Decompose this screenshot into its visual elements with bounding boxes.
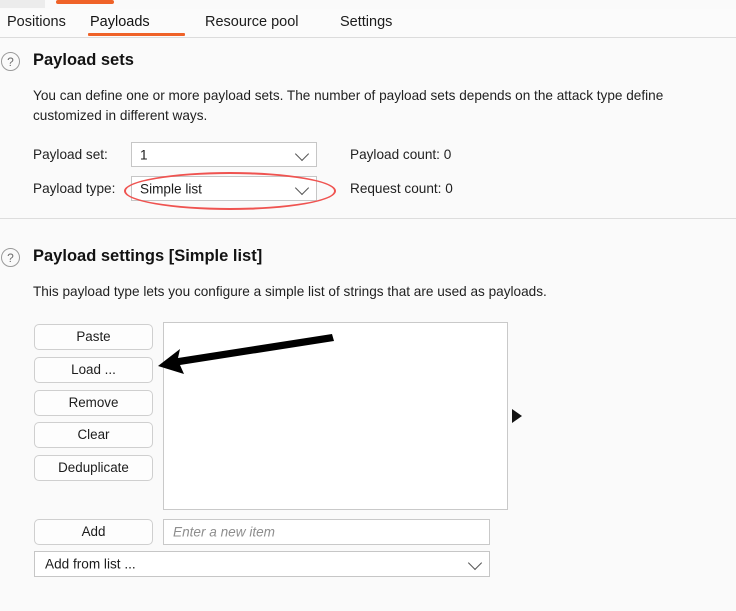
chevron-down-icon [294,146,310,161]
chevron-down-icon [294,180,310,195]
load-button[interactable]: Load ... [34,357,153,383]
payload-set-dropdown[interactable]: 1 [131,142,317,167]
new-item-input[interactable]: Enter a new item [163,519,490,545]
payload-settings-title: Payload settings [Simple list] [33,247,263,265]
outer-tab-inactive[interactable] [0,0,45,8]
outer-tab-strip [0,0,736,9]
payload-sets-title: Payload sets [33,51,134,69]
add-button[interactable]: Add [34,519,153,545]
payload-type-label: Payload type: [33,181,116,196]
expand-panel-triangle-icon[interactable] [512,409,522,423]
chevron-down-icon [467,555,483,571]
payload-type-dropdown[interactable]: Simple list [131,176,317,201]
tab-active-underline [88,33,185,36]
payload-settings-help-icon[interactable]: ? [1,248,20,267]
deduplicate-button[interactable]: Deduplicate [34,455,153,481]
payload-set-label: Payload set: [33,147,108,162]
payload-count-label: Payload count: 0 [350,147,452,162]
payload-sets-description-line1: You can define one or more payload sets.… [33,88,664,103]
clear-button[interactable]: Clear [34,422,153,448]
tab-positions[interactable]: Positions [5,12,68,32]
request-count-label: Request count: 0 [350,181,453,196]
add-from-list-label: Add from list ... [45,556,136,572]
payload-sets-description-line2: customized in different ways. [33,108,208,123]
payload-sets-help-icon[interactable]: ? [1,52,20,71]
payload-type-value: Simple list [140,181,202,196]
paste-button[interactable]: Paste [34,324,153,350]
tab-settings[interactable]: Settings [338,12,394,32]
tab-bar: Positions Payloads Resource pool Setting… [0,9,736,38]
outer-tab-active-indicator[interactable] [56,0,114,4]
payload-set-value: 1 [140,147,148,162]
payload-settings-description: This payload type lets you configure a s… [33,284,547,299]
remove-button[interactable]: Remove [34,390,153,416]
section-divider [0,218,736,219]
add-from-list-dropdown[interactable]: Add from list ... [34,551,490,577]
payload-list[interactable] [163,322,508,510]
tab-payloads[interactable]: Payloads [88,12,152,32]
tab-resource-pool[interactable]: Resource pool [203,12,301,32]
new-item-placeholder: Enter a new item [173,524,275,540]
